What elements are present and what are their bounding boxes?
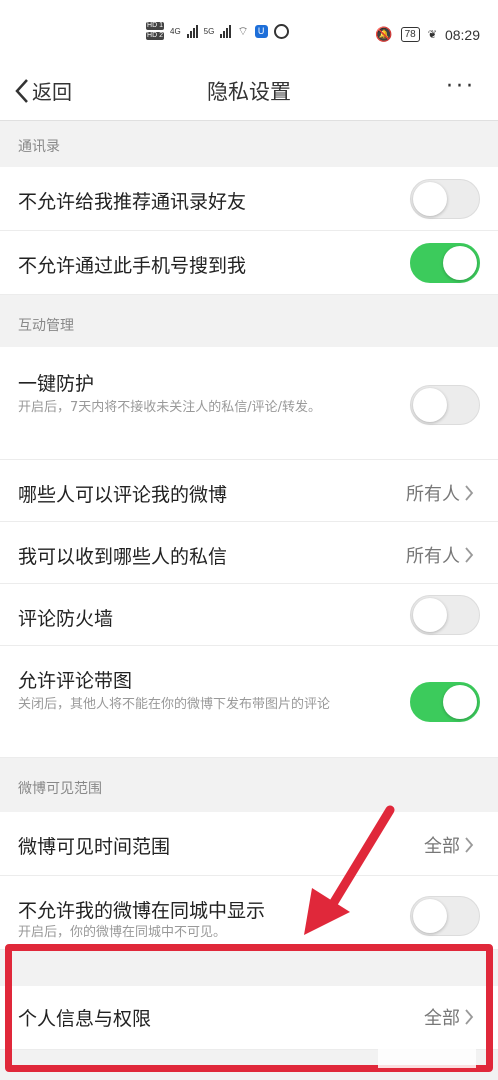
toggle-knob — [413, 899, 447, 933]
setting-label: 评论防火墙 — [18, 608, 114, 630]
sim2-badge: HD 2 — [146, 32, 164, 40]
eco-icon: ❦ — [427, 29, 437, 41]
value-text: 全部 — [424, 836, 460, 857]
setting-row-visible-time-range[interactable]: 微博可见时间范围 全部 — [0, 812, 498, 876]
sim-badges: HD 1 HD 2 — [146, 22, 164, 40]
chevron-right-icon — [465, 1009, 474, 1025]
sim1-badge: HD 1 — [146, 22, 164, 30]
section-header-contacts: 通讯录 — [0, 121, 498, 167]
setting-row-no-phone-search[interactable]: 不允许通过此手机号搜到我 — [0, 231, 498, 295]
section-header-interaction: 互动管理 — [0, 295, 498, 347]
toggle-no-recommend-contacts[interactable] — [410, 179, 480, 219]
setting-value: 所有人 — [406, 542, 474, 568]
value-text: 所有人 — [406, 546, 460, 567]
toggle-knob — [443, 246, 477, 280]
setting-label: 微博可见时间范围 — [18, 836, 171, 858]
setting-row-hide-same-city[interactable]: 不允许我的微博在同城中显示 开启后，你的微博在同城中不可见。 — [0, 876, 498, 950]
setting-value: 全部 — [424, 832, 474, 858]
toggle-knob — [413, 388, 447, 422]
signal-icon — [186, 24, 198, 38]
status-bar: HD 1 HD 2 4G 5G ⌔ U 🔕 78 ❦ 08:29 — [0, 0, 498, 62]
net2-label: 5G — [203, 26, 215, 36]
watermark — [378, 1034, 476, 1068]
toggle-knob — [413, 182, 447, 216]
setting-row-one-click-protection[interactable]: 一键防护 开启后，7天内将不接收未关注人的私信/评论/转发。 — [0, 347, 498, 460]
setting-description: 开启后，7天内将不接收未关注人的私信/评论/转发。 — [18, 400, 322, 415]
setting-row-comment-firewall[interactable]: 评论防火墙 — [0, 584, 498, 646]
value-text: 全部 — [424, 1008, 460, 1029]
setting-label: 哪些人可以评论我的微博 — [18, 484, 228, 506]
more-menu-icon[interactable]: ··· — [446, 74, 476, 99]
setting-label: 允许评论带图 — [18, 670, 133, 692]
page-title: 隐私设置 — [207, 80, 291, 104]
mute-icon: 🔕 — [375, 26, 393, 42]
value-text: 所有人 — [406, 484, 460, 505]
setting-label: 个人信息与权限 — [18, 1008, 152, 1030]
chevron-right-icon — [465, 837, 474, 853]
setting-row-who-can-message[interactable]: 我可以收到哪些人的私信 所有人 — [0, 522, 498, 584]
wifi-icon: ⌔ — [237, 23, 249, 38]
toggle-comment-firewall[interactable] — [410, 595, 480, 635]
setting-row-allow-comment-images[interactable]: 允许评论带图 关闭后，其他人将不能在你的微博下发布带图片的评论 — [0, 646, 498, 758]
section-header-visibility: 微博可见范围 — [0, 758, 498, 812]
toggle-hide-same-city[interactable] — [410, 896, 480, 936]
toggle-allow-comment-images[interactable] — [410, 682, 480, 722]
clock: 08:29 — [444, 26, 480, 43]
setting-label: 我可以收到哪些人的私信 — [18, 546, 228, 568]
sync-icon — [273, 23, 289, 39]
section-gap — [0, 950, 498, 986]
signal-icon-2 — [220, 24, 232, 38]
setting-value: 所有人 — [406, 480, 474, 506]
toggle-knob — [443, 685, 477, 719]
status-left: HD 1 HD 2 4G 5G ⌔ U — [146, 22, 289, 40]
toggle-one-click-protection[interactable] — [410, 385, 480, 425]
setting-label: 不允许给我推荐通讯录好友 — [18, 191, 247, 213]
chevron-right-icon — [465, 547, 474, 563]
net1-label: 4G — [170, 26, 181, 36]
setting-description: 关闭后，其他人将不能在你的微博下发布带图片的评论 — [18, 697, 331, 712]
setting-label: 不允许通过此手机号搜到我 — [18, 255, 247, 277]
setting-row-no-recommend-contacts[interactable]: 不允许给我推荐通讯录好友 — [0, 167, 498, 231]
setting-label: 不允许我的微博在同城中显示 — [18, 900, 266, 922]
battery-icon: 78 — [400, 27, 420, 42]
setting-row-who-can-comment[interactable]: 哪些人可以评论我的微博 所有人 — [0, 460, 498, 522]
chevron-right-icon — [465, 485, 474, 501]
status-right: 🔕 78 ❦ 08:29 — [375, 26, 480, 43]
red-arrow-annotation — [304, 805, 395, 935]
toggle-no-phone-search[interactable] — [410, 243, 480, 283]
setting-value: 全部 — [424, 1004, 474, 1030]
app-notification-icon: U — [254, 24, 268, 38]
toggle-knob — [413, 598, 447, 632]
setting-label: 一键防护 — [18, 373, 95, 395]
nav-bar: 返回 隐私设置 ··· — [0, 62, 498, 121]
